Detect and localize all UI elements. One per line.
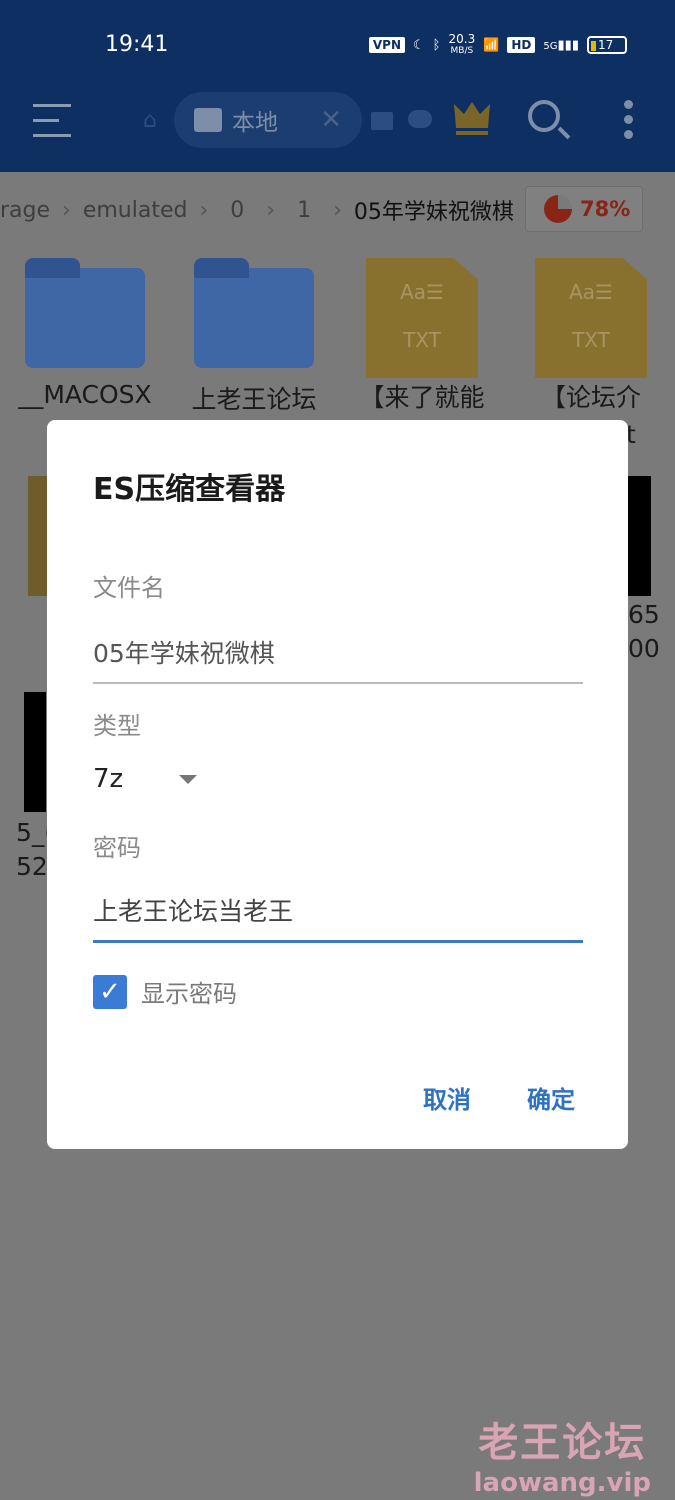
speed-unit: MB/S <box>450 46 474 56</box>
password-label: 密码 <box>93 834 141 862</box>
file-name: 上老王论坛 <box>191 385 317 414</box>
network-type: 5G <box>543 40 558 52</box>
crumb-1[interactable]: 1 <box>297 198 311 223</box>
search-icon[interactable] <box>528 100 560 132</box>
bluetooth-icon: ᛒ <box>432 37 441 53</box>
tab-label: 本地 <box>232 110 278 136</box>
pie-chart-icon <box>544 195 572 223</box>
file-item[interactable]: 上老王论坛 <box>174 258 334 416</box>
net-speed: 20.3 MB/S <box>448 32 476 56</box>
show-password-label: 显示密码 <box>141 980 237 1008</box>
watermark: 老王论坛 laowang.vip <box>474 1410 651 1498</box>
dialog-title: ES压缩查看器 <box>93 472 286 507</box>
status-time: 19:41 <box>105 32 169 57</box>
password-input[interactable]: 上老王论坛当老王 <box>93 892 583 943</box>
battery-icon: 17 <box>587 36 627 54</box>
watermark-url: laowang.vip <box>473 1468 651 1498</box>
sd-card-icon <box>194 108 222 132</box>
icon-text: TXT <box>403 328 441 352</box>
breadcrumb: rage › emulated › 0 › 1 › 05年学妹祝微棋 <box>0 194 514 226</box>
sd-card-icon[interactable] <box>371 112 393 130</box>
hd-icon: HD <box>507 37 536 53</box>
speed-value: 20.3 <box>448 32 476 46</box>
more-icon[interactable] <box>624 100 633 145</box>
storage-percent: 78% <box>580 197 631 221</box>
crumb-current[interactable]: 05年学妹祝微棋 <box>354 194 514 226</box>
file-name: 【论坛介 <box>540 383 641 412</box>
moon-icon: ☾ <box>413 37 425 53</box>
ok-button[interactable]: 确定 <box>527 1080 575 1115</box>
txt-file-icon: Aa☰ TXT <box>366 258 478 378</box>
icon-text: TXT <box>572 328 610 352</box>
crown-icon[interactable] <box>452 100 492 136</box>
file-name-partial: 52 <box>16 852 48 881</box>
crumb-storage[interactable]: rage <box>0 198 50 223</box>
show-password-checkbox[interactable]: ✓ 显示密码 <box>93 974 237 1009</box>
status-icons: VPN ☾ ᛒ 20.3 MB/S 📶 HD 5G▮▮▮ 17 <box>368 32 627 56</box>
file-thumbnail[interactable] <box>28 476 48 596</box>
file-name: 【来了就能 <box>359 383 485 412</box>
file-name-partial: 00 <box>628 634 660 663</box>
battery-level: 17 <box>598 38 614 52</box>
filename-input[interactable]: 05年学妹祝微棋 <box>93 634 583 684</box>
file-name-partial: 65 <box>628 600 660 629</box>
check-icon[interactable]: ✓ <box>93 974 127 1009</box>
menu-icon[interactable] <box>33 104 71 149</box>
crumb-0[interactable]: 0 <box>230 198 244 223</box>
close-icon[interactable]: ✕ <box>320 105 342 135</box>
type-value: 7z <box>93 764 124 794</box>
storage-usage-button[interactable]: 78% <box>525 186 643 232</box>
type-label: 类型 <box>93 712 141 740</box>
wifi-icon: 📶 <box>483 37 500 53</box>
txt-file-icon: Aa☰ TXT <box>535 258 647 378</box>
dropdown-arrow-icon <box>179 774 198 784</box>
file-name: __MACOSX <box>18 380 152 409</box>
app-header: 19:41 VPN ☾ ᛒ 20.3 MB/S 📶 HD 5G▮▮▮ 17 ⌂ 本… <box>0 0 675 172</box>
tab-local[interactable]: 本地 ✕ <box>174 92 362 148</box>
vpn-icon: VPN <box>368 37 406 53</box>
folder-icon <box>25 258 145 368</box>
file-item[interactable]: Aa☰ TXT 【论坛介 <box>511 258 671 414</box>
filename-label: 文件名 <box>93 574 165 602</box>
crumb-emulated[interactable]: emulated <box>83 198 188 223</box>
folder-icon <box>194 258 314 368</box>
file-item[interactable]: __MACOSX <box>5 258 165 409</box>
cloud-icon[interactable] <box>408 110 432 128</box>
watermark-title: 老王论坛 <box>478 1420 647 1466</box>
cancel-button[interactable]: 取消 <box>423 1080 471 1115</box>
signal-icon: 5G▮▮▮ <box>543 37 579 53</box>
type-select[interactable]: 7z <box>93 764 198 794</box>
compress-dialog: ES压缩查看器 文件名 05年学妹祝微棋 类型 7z 密码 上老王论坛当老王 ✓… <box>47 420 628 1149</box>
home-icon[interactable]: ⌂ <box>143 108 157 133</box>
file-thumbnail[interactable] <box>24 692 46 812</box>
file-item[interactable]: Aa☰ TXT 【来了就能 <box>342 258 502 414</box>
